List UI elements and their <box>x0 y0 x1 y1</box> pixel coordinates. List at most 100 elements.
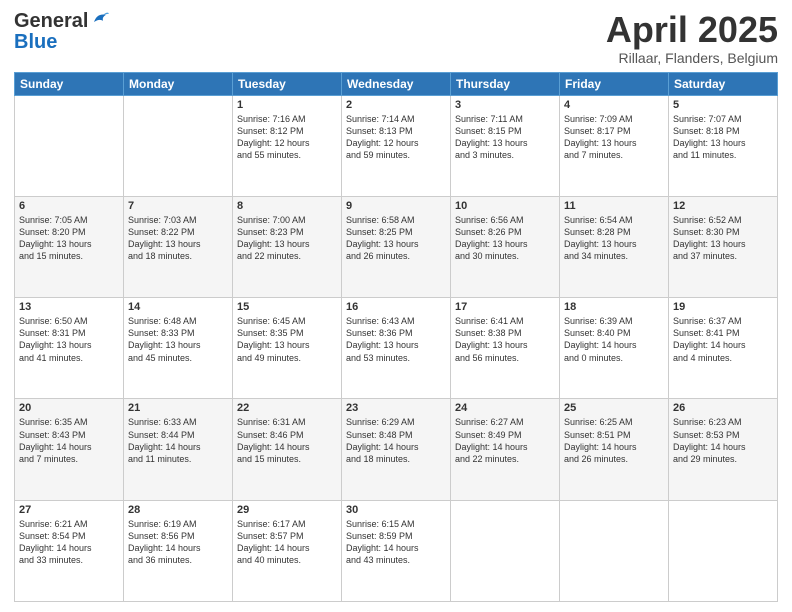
day-info: Sunrise: 7:14 AMSunset: 8:13 PMDaylight:… <box>346 113 446 162</box>
day-info: Sunrise: 6:43 AMSunset: 8:36 PMDaylight:… <box>346 315 446 364</box>
col-thursday: Thursday <box>451 72 560 95</box>
day-number: 30 <box>346 504 446 516</box>
calendar-week-2: 6 Sunrise: 7:05 AMSunset: 8:20 PMDaylight… <box>15 196 778 297</box>
day-info: Sunrise: 6:52 AMSunset: 8:30 PMDaylight:… <box>673 214 773 263</box>
calendar-cell: 2Sunrise: 7:14 AMSunset: 8:13 PMDaylight… <box>342 95 451 196</box>
calendar-cell: 8 Sunrise: 7:00 AMSunset: 8:23 PMDaylight… <box>233 196 342 297</box>
day-number: 12 <box>673 200 773 212</box>
calendar-week-5: 27 Sunrise: 6:21 AMSunset: 8:54 PMDayligh… <box>15 500 778 601</box>
logo-blue-text: Blue <box>14 31 57 53</box>
day-info: Sunrise: 6:33 AMSunset: 8:44 PMDaylight:… <box>128 416 228 465</box>
day-info: Sunrise: 6:54 AMSunset: 8:28 PMDaylight:… <box>564 214 664 263</box>
day-info: Sunrise: 6:39 AMSunset: 8:40 PMDaylight:… <box>564 315 664 364</box>
page: General Blue April 2025 Rillaar, Flander… <box>0 0 792 612</box>
calendar-cell: 3 Sunrise: 7:11 AMSunset: 8:15 PMDaylight… <box>451 95 560 196</box>
col-tuesday: Tuesday <box>233 72 342 95</box>
day-number: 24 <box>455 402 555 414</box>
logo-general: General <box>14 10 88 33</box>
calendar-table: Sunday Monday Tuesday Wednesday Thursday… <box>14 72 778 602</box>
day-info: Sunrise: 6:23 AMSunset: 8:53 PMDaylight:… <box>673 416 773 465</box>
calendar-cell: 16Sunrise: 6:43 AMSunset: 8:36 PMDayligh… <box>342 298 451 399</box>
day-info: Sunrise: 7:07 AMSunset: 8:18 PMDaylight:… <box>673 113 773 162</box>
calendar-cell: 7 Sunrise: 7:03 AMSunset: 8:22 PMDaylight… <box>124 196 233 297</box>
calendar-cell: 4 Sunrise: 7:09 AMSunset: 8:17 PMDaylight… <box>560 95 669 196</box>
col-saturday: Saturday <box>669 72 778 95</box>
day-number: 6 <box>19 200 119 212</box>
calendar-cell <box>560 500 669 601</box>
day-info: Sunrise: 6:15 AMSunset: 8:59 PMDaylight:… <box>346 518 446 567</box>
day-number: 22 <box>237 402 337 414</box>
day-number: 20 <box>19 402 119 414</box>
logo-text: General <box>14 10 109 33</box>
day-info: Sunrise: 6:50 AMSunset: 8:31 PMDaylight:… <box>19 315 119 364</box>
day-number: 11 <box>564 200 664 212</box>
calendar-cell <box>669 500 778 601</box>
day-number: 4 <box>564 99 664 111</box>
calendar-cell: 12 Sunrise: 6:52 AMSunset: 8:30 PMDayligh… <box>669 196 778 297</box>
day-info: Sunrise: 7:11 AMSunset: 8:15 PMDaylight:… <box>455 113 555 162</box>
day-info: Sunrise: 6:56 AMSunset: 8:26 PMDaylight:… <box>455 214 555 263</box>
calendar-cell: 25Sunrise: 6:25 AMSunset: 8:51 PMDayligh… <box>560 399 669 500</box>
col-friday: Friday <box>560 72 669 95</box>
day-number: 3 <box>455 99 555 111</box>
day-info: Sunrise: 7:09 AMSunset: 8:17 PMDaylight:… <box>564 113 664 162</box>
calendar-cell: 30 Sunrise: 6:15 AMSunset: 8:59 PMDayligh… <box>342 500 451 601</box>
day-number: 17 <box>455 301 555 313</box>
day-info: Sunrise: 6:45 AMSunset: 8:35 PMDaylight:… <box>237 315 337 364</box>
day-info: Sunrise: 6:37 AMSunset: 8:41 PMDaylight:… <box>673 315 773 364</box>
col-wednesday: Wednesday <box>342 72 451 95</box>
calendar-cell <box>15 95 124 196</box>
day-number: 15 <box>237 301 337 313</box>
day-number: 27 <box>19 504 119 516</box>
calendar-cell: 17 Sunrise: 6:41 AMSunset: 8:38 PMDayligh… <box>451 298 560 399</box>
day-number: 14 <box>128 301 228 313</box>
calendar-cell: 5Sunrise: 7:07 AMSunset: 8:18 PMDaylight… <box>669 95 778 196</box>
day-info: Sunrise: 7:16 AMSunset: 8:12 PMDaylight:… <box>237 113 337 162</box>
col-sunday: Sunday <box>15 72 124 95</box>
calendar-week-4: 20 Sunrise: 6:35 AMSunset: 8:43 PMDayligh… <box>15 399 778 500</box>
calendar-cell: 14 Sunrise: 6:48 AMSunset: 8:33 PMDayligh… <box>124 298 233 399</box>
calendar-cell: 1Sunrise: 7:16 AMSunset: 8:12 PMDaylight… <box>233 95 342 196</box>
day-info: Sunrise: 6:27 AMSunset: 8:49 PMDaylight:… <box>455 416 555 465</box>
day-info: Sunrise: 6:21 AMSunset: 8:54 PMDaylight:… <box>19 518 119 567</box>
day-number: 8 <box>237 200 337 212</box>
day-info: Sunrise: 6:35 AMSunset: 8:43 PMDaylight:… <box>19 416 119 465</box>
calendar-cell: 21 Sunrise: 6:33 AMSunset: 8:44 PMDayligh… <box>124 399 233 500</box>
location: Rillaar, Flanders, Belgium <box>606 50 778 66</box>
calendar-cell: 10Sunrise: 6:56 AMSunset: 8:26 PMDayligh… <box>451 196 560 297</box>
day-info: Sunrise: 7:00 AMSunset: 8:23 PMDaylight:… <box>237 214 337 263</box>
day-info: Sunrise: 6:29 AMSunset: 8:48 PMDaylight:… <box>346 416 446 465</box>
month-title: April 2025 <box>606 10 778 50</box>
day-info: Sunrise: 6:48 AMSunset: 8:33 PMDaylight:… <box>128 315 228 364</box>
day-number: 19 <box>673 301 773 313</box>
day-info: Sunrise: 6:58 AMSunset: 8:25 PMDaylight:… <box>346 214 446 263</box>
logo: General Blue <box>14 10 109 54</box>
calendar-cell: 22 Sunrise: 6:31 AMSunset: 8:46 PMDayligh… <box>233 399 342 500</box>
day-number: 9 <box>346 200 446 212</box>
calendar-cell: 26Sunrise: 6:23 AMSunset: 8:53 PMDayligh… <box>669 399 778 500</box>
header: General Blue April 2025 Rillaar, Flander… <box>14 10 778 66</box>
title-block: April 2025 Rillaar, Flanders, Belgium <box>606 10 778 66</box>
day-info: Sunrise: 7:03 AMSunset: 8:22 PMDaylight:… <box>128 214 228 263</box>
calendar-cell: 27 Sunrise: 6:21 AMSunset: 8:54 PMDayligh… <box>15 500 124 601</box>
calendar-cell: 18Sunrise: 6:39 AMSunset: 8:40 PMDayligh… <box>560 298 669 399</box>
calendar-cell <box>124 95 233 196</box>
calendar-header: Sunday Monday Tuesday Wednesday Thursday… <box>15 72 778 95</box>
calendar-cell <box>451 500 560 601</box>
calendar-cell: 29Sunrise: 6:17 AMSunset: 8:57 PMDayligh… <box>233 500 342 601</box>
day-info: Sunrise: 7:05 AMSunset: 8:20 PMDaylight:… <box>19 214 119 263</box>
day-number: 7 <box>128 200 228 212</box>
calendar-week-3: 13Sunrise: 6:50 AMSunset: 8:31 PMDayligh… <box>15 298 778 399</box>
calendar-cell: 15 Sunrise: 6:45 AMSunset: 8:35 PMDayligh… <box>233 298 342 399</box>
day-number: 23 <box>346 402 446 414</box>
day-info: Sunrise: 6:41 AMSunset: 8:38 PMDaylight:… <box>455 315 555 364</box>
calendar-cell: 13Sunrise: 6:50 AMSunset: 8:31 PMDayligh… <box>15 298 124 399</box>
calendar-cell: 6 Sunrise: 7:05 AMSunset: 8:20 PMDaylight… <box>15 196 124 297</box>
day-number: 21 <box>128 402 228 414</box>
calendar-cell: 23 Sunrise: 6:29 AMSunset: 8:48 PMDayligh… <box>342 399 451 500</box>
day-info: Sunrise: 6:19 AMSunset: 8:56 PMDaylight:… <box>128 518 228 567</box>
col-monday: Monday <box>124 72 233 95</box>
calendar-cell: 20 Sunrise: 6:35 AMSunset: 8:43 PMDayligh… <box>15 399 124 500</box>
calendar-week-1: 1Sunrise: 7:16 AMSunset: 8:12 PMDaylight… <box>15 95 778 196</box>
day-info: Sunrise: 6:31 AMSunset: 8:46 PMDaylight:… <box>237 416 337 465</box>
